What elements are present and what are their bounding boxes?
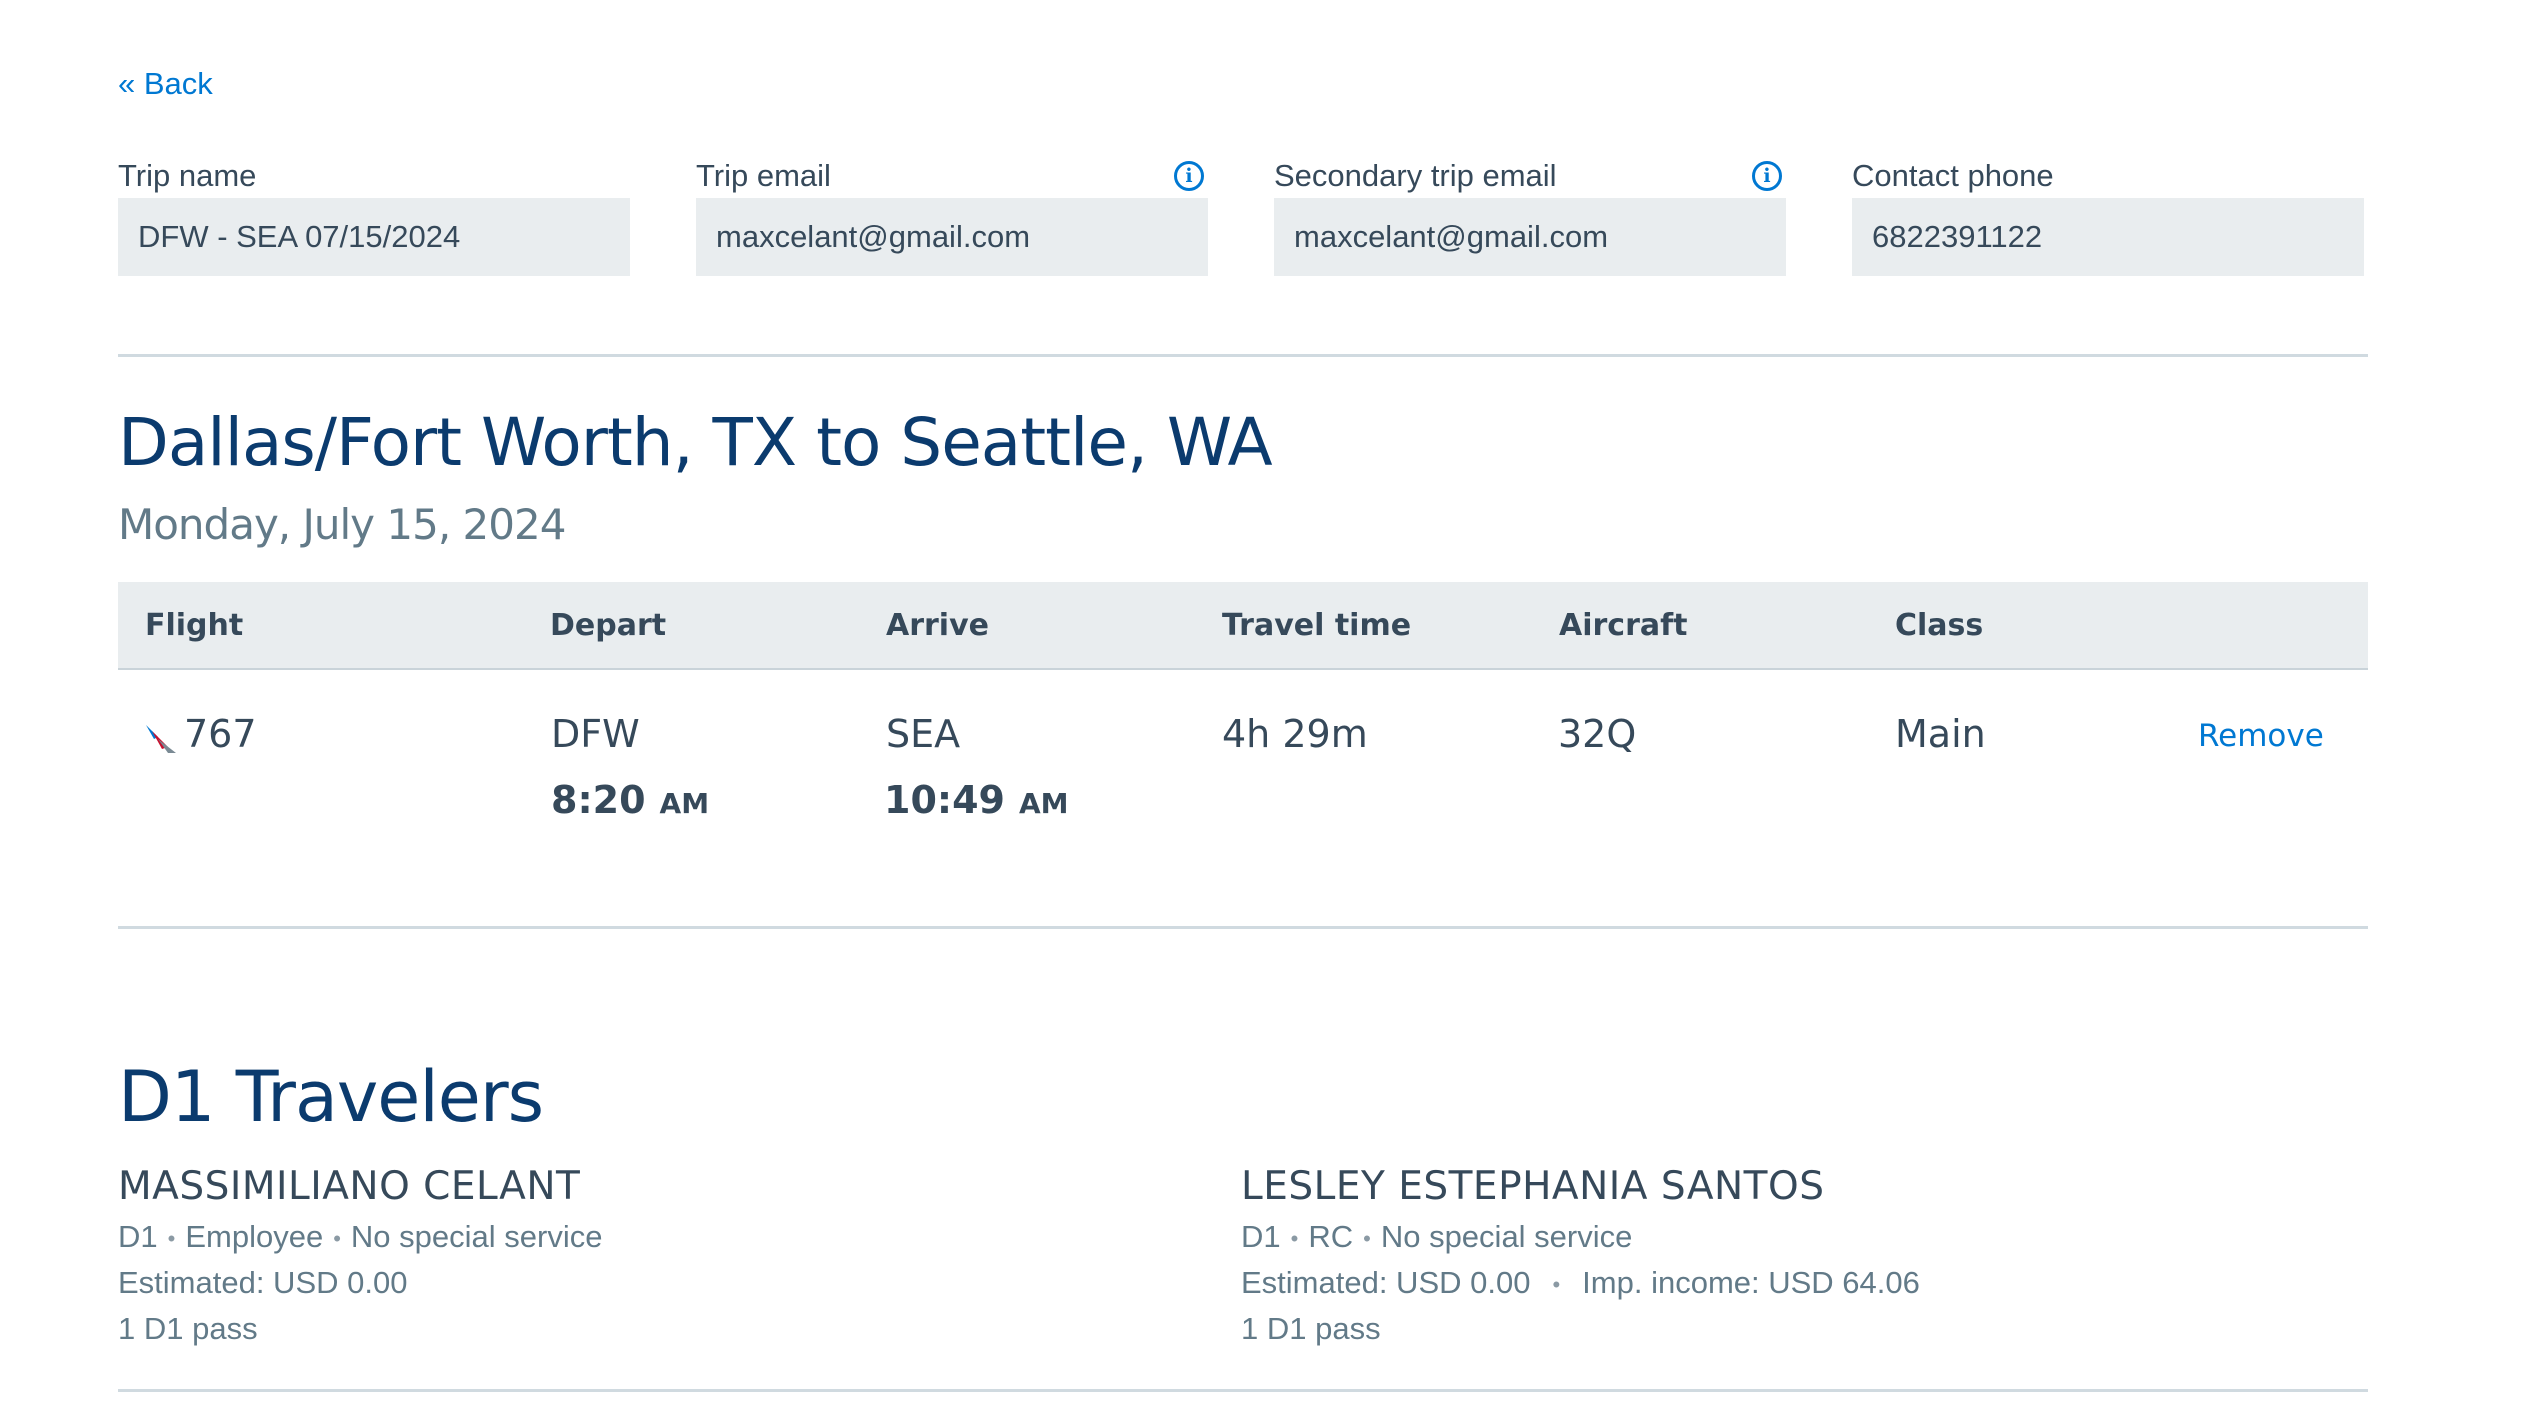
secondary-email-input[interactable]: maxcelant@gmail.com [1274, 198, 1786, 276]
flight-table-header: Flight Depart Arrive Travel time Aircraf… [118, 582, 2368, 670]
traveler-card: MASSIMILIANO CELANT D1 • Employee • No speci… [118, 1164, 602, 1347]
flight-number: 767 [184, 712, 257, 756]
aircraft-value: 32Q [1558, 712, 1637, 756]
route-title: Dallas/Fort Worth, TX to Seattle, WA [118, 404, 1273, 481]
header-travel-time: Travel time [1222, 608, 1412, 643]
traveler-pass-info: D1 • Employee • No special service [118, 1219, 602, 1255]
arrive-airport: SEA [886, 712, 961, 756]
route-date: Monday, July 15, 2024 [118, 500, 566, 549]
american-airlines-logo-icon [144, 720, 178, 754]
trip-name-label: Trip name [118, 158, 257, 193]
depart-airport: DFW [551, 712, 640, 756]
traveler-pass-info: D1 • RC • No special service [1241, 1219, 1920, 1255]
separator-dot: • [1552, 1271, 1561, 1297]
traveler-cost-info: Estimated: USD 0.00 [118, 1265, 602, 1301]
depart-ampm: AM [659, 787, 710, 820]
contact-phone-input[interactable]: 6822391122 [1852, 198, 2364, 276]
travelers-title: D1 Travelers [118, 1056, 544, 1138]
traveler-special-service: No special service [350, 1219, 603, 1254]
class-value: Main [1895, 712, 1986, 756]
depart-time: 8:20 AM [551, 778, 709, 822]
arrive-time: 10:49 AM [884, 778, 1069, 822]
separator-dot: • [1290, 1225, 1299, 1251]
header-aircraft: Aircraft [1559, 608, 1688, 643]
divider [118, 1389, 2368, 1392]
depart-time-value: 8:20 [551, 778, 646, 822]
traveler-pass-type: D1 [1241, 1219, 1281, 1254]
trip-email-field: Trip email i maxcelant@gmail.com [696, 154, 1208, 276]
traveler-relationship: RC [1308, 1219, 1354, 1254]
contact-phone-label: Contact phone [1852, 158, 2054, 193]
divider [118, 926, 2368, 929]
traveler-special-service: No special service [1380, 1219, 1633, 1254]
divider [118, 354, 2368, 357]
traveler-estimated: Estimated: USD 0.00 [118, 1265, 408, 1300]
trip-details-page: « Back Trip name DFW - SEA 07/15/2024 Tr… [0, 0, 2544, 1418]
separator-dot: • [1363, 1225, 1371, 1251]
traveler-name: LESLEY ESTEPHANIA SANTOS [1241, 1164, 1825, 1209]
traveler-name: MASSIMILIANO CELANT [118, 1164, 581, 1209]
flight-cell: 767 [144, 712, 257, 756]
trip-fields: Trip name DFW - SEA 07/15/2024 Trip emai… [118, 154, 2364, 276]
info-icon[interactable]: i [1752, 161, 1782, 191]
traveler-pass-type: D1 [118, 1219, 158, 1254]
traveler-imputed-income: Imp. income: USD 64.06 [1582, 1265, 1920, 1300]
arrive-ampm: AM [1018, 787, 1069, 820]
header-arrive: Arrive [886, 608, 989, 643]
trip-email-input[interactable]: maxcelant@gmail.com [696, 198, 1208, 276]
header-flight: Flight [145, 608, 244, 643]
traveler-pass-count: 1 D1 pass [118, 1311, 258, 1346]
traveler-relationship: Employee [185, 1219, 324, 1254]
traveler-estimated: Estimated: USD 0.00 [1241, 1265, 1531, 1300]
header-depart: Depart [550, 608, 667, 643]
separator-dot: • [167, 1225, 176, 1251]
traveler-card: LESLEY ESTEPHANIA SANTOS D1 • RC • No specia… [1241, 1164, 1920, 1347]
trip-name-field: Trip name DFW - SEA 07/15/2024 [118, 154, 630, 276]
header-class: Class [1895, 608, 1984, 643]
travel-time-value: 4h 29m [1222, 712, 1368, 756]
back-link[interactable]: « Back [118, 66, 213, 102]
secondary-email-label: Secondary trip email [1274, 158, 1557, 193]
separator-dot: • [333, 1225, 341, 1251]
trip-email-label: Trip email [696, 158, 831, 193]
remove-flight-link[interactable]: Remove [2198, 718, 2324, 754]
trip-name-input[interactable]: DFW - SEA 07/15/2024 [118, 198, 630, 276]
contact-phone-field: Contact phone 6822391122 [1852, 154, 2364, 276]
traveler-pass-count: 1 D1 pass [1241, 1311, 1381, 1346]
info-icon[interactable]: i [1174, 161, 1204, 191]
traveler-cost-info: Estimated: USD 0.00 • Imp. income: USD 64.… [1241, 1265, 1920, 1301]
arrive-time-value: 10:49 [884, 778, 1005, 822]
secondary-email-field: Secondary trip email i maxcelant@gmail.c… [1274, 154, 1786, 276]
